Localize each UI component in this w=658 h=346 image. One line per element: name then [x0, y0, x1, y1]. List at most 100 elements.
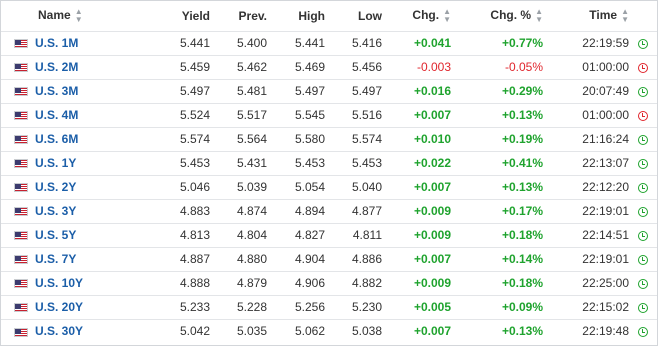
us-flag-icon — [14, 111, 28, 121]
table-row: U.S. 30Y 5.042 5.035 5.062 5.038 +0.007 … — [1, 319, 658, 343]
market-status-cell — [629, 79, 657, 103]
us-flag-icon — [14, 63, 28, 73]
instrument-name-link[interactable]: U.S. 6M — [35, 132, 78, 146]
low-cell: 5.574 — [351, 132, 383, 146]
instrument-name-link[interactable]: U.S. 5Y — [35, 228, 76, 242]
table-row: U.S. 3M 5.497 5.481 5.497 5.497 +0.016 +… — [1, 79, 658, 103]
instrument-name-link[interactable]: U.S. 3M — [35, 84, 78, 98]
chg-pct-cell: +0.13% — [501, 180, 544, 194]
market-open-clock-icon — [638, 134, 649, 145]
prev-cell: 4.880 — [236, 252, 268, 266]
market-open-clock-icon — [638, 206, 649, 217]
table-body: U.S. 1M 5.441 5.400 5.441 5.416 +0.041 +… — [1, 31, 658, 343]
column-header-high[interactable]: High — [267, 1, 325, 31]
instrument-name-link[interactable]: U.S. 7Y — [35, 252, 76, 266]
chg-pct-cell: +0.19% — [501, 132, 544, 146]
name-cell: U.S. 5Y — [35, 223, 139, 247]
column-header-chg-pct[interactable]: Chg. % ▲ ▼ — [451, 1, 543, 31]
name-cell: U.S. 7Y — [35, 247, 139, 271]
high-cell: 5.497 — [294, 84, 326, 98]
flag-cell — [1, 271, 35, 295]
us-flag-icon — [14, 39, 28, 49]
instrument-name-link[interactable]: U.S. 1M — [35, 36, 78, 50]
high-cell: 4.904 — [294, 252, 326, 266]
chg-cell: +0.009 — [413, 228, 452, 242]
column-header-name[interactable]: Name ▲ ▼ — [1, 1, 139, 31]
table-row: U.S. 1Y 5.453 5.431 5.453 5.453 +0.022 +… — [1, 151, 658, 175]
market-status-cell — [629, 247, 657, 271]
column-header-prev-label: Prev. — [238, 8, 268, 23]
low-cell: 5.456 — [351, 60, 383, 74]
yield-cell: 5.524 — [179, 108, 211, 122]
yield-cell: 5.233 — [179, 300, 211, 314]
prev-cell: 5.431 — [236, 156, 268, 170]
prev-cell: 4.804 — [236, 228, 268, 242]
us-flag-icon — [14, 87, 28, 97]
high-cell: 5.054 — [294, 180, 326, 194]
low-cell: 5.230 — [351, 300, 383, 314]
column-header-prev[interactable]: Prev. — [210, 1, 267, 31]
flag-cell — [1, 175, 35, 199]
market-open-clock-icon — [638, 158, 649, 169]
column-header-yield[interactable]: Yield — [139, 1, 210, 31]
us-flag-icon — [14, 327, 28, 337]
low-cell: 4.811 — [352, 228, 383, 242]
instrument-name-link[interactable]: U.S. 1Y — [35, 156, 76, 170]
time-cell: 22:19:59 — [582, 36, 630, 50]
name-cell: U.S. 6M — [35, 127, 139, 151]
yield-cell: 4.883 — [179, 204, 211, 218]
instrument-name-link[interactable]: U.S. 2Y — [35, 180, 76, 194]
instrument-name-link[interactable]: U.S. 2M — [35, 60, 78, 74]
table-header-row: Name ▲ ▼ Yield Prev. High Low Chg. ▲ ▼ Chg. … — [1, 1, 657, 31]
market-closed-clock-icon — [638, 110, 649, 121]
instrument-name-link[interactable]: U.S. 10Y — [35, 276, 83, 290]
market-open-clock-icon — [638, 230, 649, 241]
time-cell: 22:13:07 — [582, 156, 630, 170]
market-status-cell — [629, 103, 657, 127]
chg-cell: +0.009 — [413, 276, 452, 290]
yield-cell: 5.046 — [179, 180, 211, 194]
instrument-name-link[interactable]: U.S. 20Y — [35, 300, 83, 314]
flag-cell — [1, 199, 35, 223]
chg-pct-cell: +0.18% — [501, 228, 544, 242]
flag-cell — [1, 103, 35, 127]
market-closed-clock-icon — [638, 62, 649, 73]
column-header-chg[interactable]: Chg. ▲ ▼ — [382, 1, 451, 31]
high-cell: 4.827 — [294, 228, 326, 242]
prev-cell: 5.400 — [236, 36, 268, 50]
sort-arrows-icon: ▲ ▼ — [443, 6, 452, 24]
table-row: U.S. 2Y 5.046 5.039 5.054 5.040 +0.007 +… — [1, 175, 658, 199]
chg-pct-cell: +0.13% — [501, 108, 544, 122]
table-row: U.S. 10Y 4.888 4.879 4.906 4.882 +0.009 … — [1, 271, 658, 295]
high-cell: 4.894 — [294, 204, 326, 218]
column-header-low[interactable]: Low — [325, 1, 382, 31]
instrument-name-link[interactable]: U.S. 4M — [35, 108, 78, 122]
time-cell: 01:00:00 — [582, 108, 630, 122]
instrument-name-link[interactable]: U.S. 3Y — [35, 204, 76, 218]
prev-cell: 4.879 — [236, 276, 268, 290]
chg-pct-cell: +0.17% — [501, 204, 544, 218]
market-open-clock-icon — [638, 182, 649, 193]
time-cell: 01:00:00 — [582, 60, 630, 74]
flag-cell — [1, 319, 35, 343]
name-cell: U.S. 1Y — [35, 151, 139, 175]
yield-cell: 4.888 — [179, 276, 211, 290]
instrument-name-link[interactable]: U.S. 30Y — [35, 324, 83, 338]
market-status-cell — [629, 55, 657, 79]
name-cell: U.S. 3Y — [35, 199, 139, 223]
sort-arrows-icon: ▲ ▼ — [621, 6, 630, 24]
prev-cell: 5.035 — [236, 324, 268, 339]
low-cell: 5.516 — [351, 108, 383, 122]
table-row: U.S. 1M 5.441 5.400 5.441 5.416 +0.041 +… — [1, 31, 658, 55]
yield-cell: 4.813 — [179, 228, 211, 242]
chg-cell: +0.007 — [413, 252, 452, 266]
column-header-time[interactable]: Time ▲ ▼ — [543, 1, 629, 31]
flag-cell — [1, 79, 35, 103]
chg-cell: -0.003 — [416, 60, 452, 74]
time-cell: 22:12:20 — [582, 180, 630, 194]
high-cell: 5.469 — [294, 60, 326, 74]
time-cell: 20:07:49 — [582, 84, 630, 98]
us-flag-icon — [14, 207, 28, 217]
low-cell: 5.453 — [351, 156, 383, 170]
name-cell: U.S. 2Y — [35, 175, 139, 199]
